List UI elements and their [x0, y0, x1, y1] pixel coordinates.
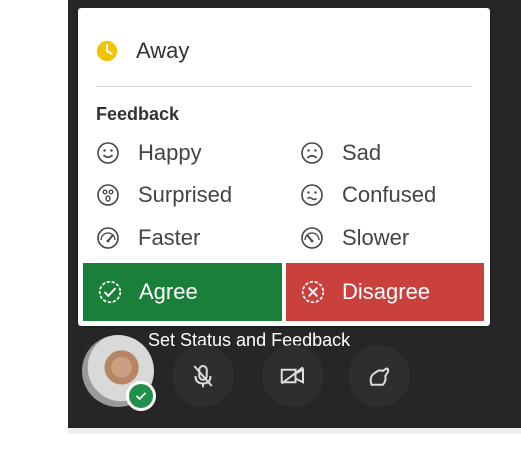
- disagree-icon: [301, 280, 325, 304]
- bottom-strip: [68, 428, 521, 434]
- away-status-item[interactable]: Away: [96, 36, 189, 66]
- disagree-label: Disagree: [342, 279, 431, 304]
- clock-icon: [96, 40, 118, 62]
- camera-button[interactable]: [262, 345, 324, 407]
- feedback-item-surprised[interactable]: Surprised: [96, 180, 232, 210]
- tooltip-text: Set Status and Feedback: [148, 330, 351, 350]
- disagree-button[interactable]: Disagree: [286, 263, 484, 321]
- feedback-item-happy[interactable]: Happy: [96, 138, 202, 168]
- divider: [96, 86, 471, 87]
- feedback-item-sad[interactable]: Sad: [300, 138, 381, 168]
- confused-face-icon: [301, 184, 323, 206]
- hand-icon: [369, 367, 390, 386]
- surprised-face-icon: [97, 184, 119, 206]
- camera-icon: [280, 366, 304, 385]
- feedback-label: Confused: [342, 182, 437, 207]
- check-icon: [129, 384, 153, 408]
- agree-button[interactable]: Agree: [83, 263, 282, 321]
- happy-face-icon: [97, 142, 119, 164]
- status-feedback-menu: Away Feedback Happy Sad Surprised Confus…: [78, 8, 490, 326]
- feedback-item-faster[interactable]: Faster: [96, 223, 200, 253]
- faster-icon: [97, 227, 119, 249]
- agree-label: Agree: [139, 279, 198, 304]
- away-label: Away: [136, 38, 190, 63]
- microphone-button[interactable]: [172, 345, 234, 407]
- feedback-label: Faster: [138, 225, 201, 250]
- agree-icon: [98, 280, 122, 304]
- sad-face-icon: [301, 142, 323, 164]
- feedback-item-slower[interactable]: Slower: [300, 223, 409, 253]
- feedback-label: Surprised: [138, 182, 233, 207]
- slower-icon: [301, 227, 323, 249]
- feedback-item-confused[interactable]: Confused: [300, 180, 436, 210]
- mic-icon: [193, 365, 213, 388]
- status-badge[interactable]: [126, 381, 156, 411]
- feedback-label: Happy: [138, 140, 202, 165]
- feedback-heading: Feedback: [96, 104, 180, 124]
- raise-hand-button[interactable]: [348, 345, 410, 407]
- feedback-label: Slower: [342, 225, 410, 250]
- feedback-label: Sad: [342, 140, 382, 165]
